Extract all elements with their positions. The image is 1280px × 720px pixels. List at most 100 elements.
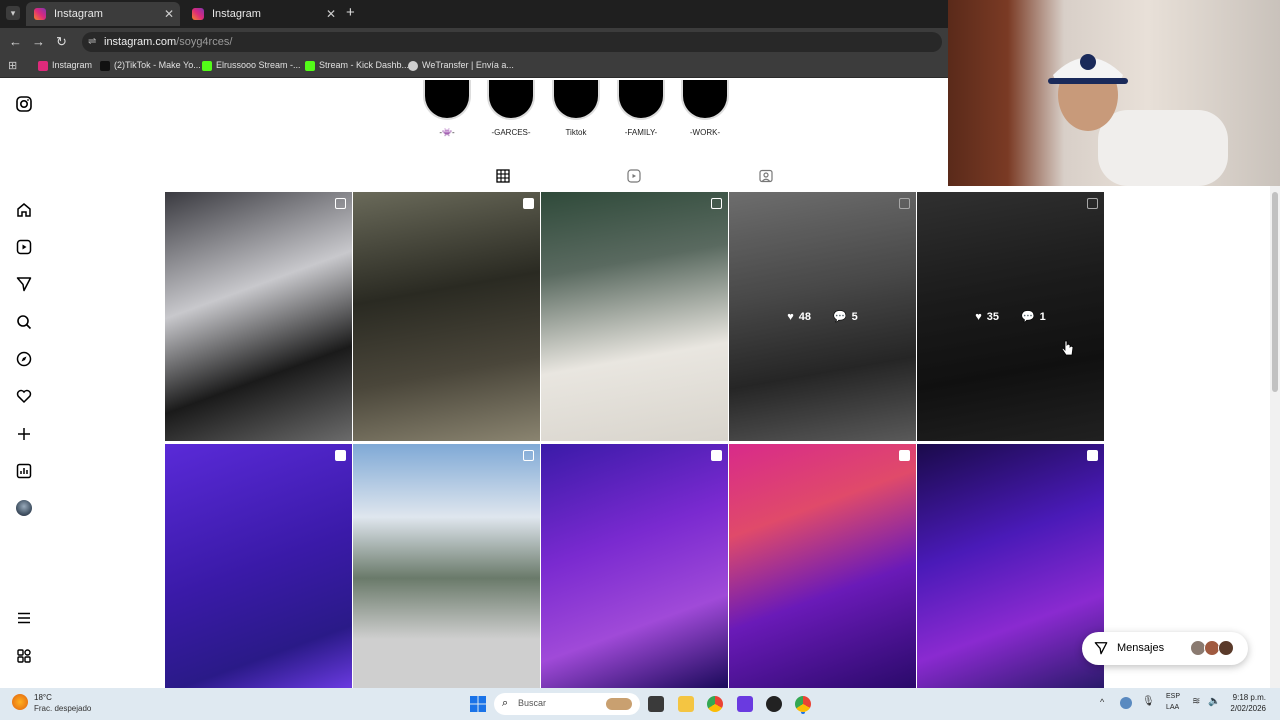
messages-button[interactable]: Mensajes — [1082, 632, 1248, 665]
bookmark-kick-stream[interactable]: Elrussooo Stream -... — [202, 60, 301, 71]
notifications-heart-icon[interactable] — [14, 386, 34, 406]
close-tab-icon[interactable]: ✕ — [326, 2, 336, 26]
obs-icon[interactable] — [766, 696, 782, 712]
language-code[interactable]: ESP — [1166, 693, 1180, 700]
chrome-icon[interactable] — [707, 696, 723, 712]
instagram-icon — [38, 61, 48, 71]
reload-icon[interactable]: ↻ — [56, 34, 67, 50]
url-host: instagram.com — [104, 36, 177, 48]
page-scrollbar[interactable] — [1270, 186, 1280, 688]
reel-badge-icon — [523, 198, 534, 209]
carousel-badge-icon — [335, 198, 346, 209]
post-thumbnail[interactable] — [729, 444, 916, 688]
tray-app-icon[interactable] — [1120, 697, 1132, 709]
post-thumbnail[interactable] — [353, 444, 540, 688]
explore-icon[interactable] — [14, 349, 34, 369]
search-icon[interactable] — [14, 312, 34, 332]
scrollbar-thumb[interactable] — [1272, 192, 1278, 392]
create-plus-icon[interactable] — [14, 424, 34, 444]
heart-icon: ♥ — [975, 310, 982, 323]
bookmarks-bar: ⊞ Instagram (2)TikTok - Make Yo... Elrus… — [0, 56, 948, 78]
comments-count: 1 — [1039, 310, 1046, 323]
direct-messages-icon — [1094, 641, 1108, 660]
apps-grid-icon[interactable]: ⊞ — [8, 59, 17, 72]
home-icon[interactable] — [14, 200, 34, 220]
bookmark-wetransfer[interactable]: WeTransfer | Envía a... — [408, 60, 514, 71]
also-from-meta-icon[interactable] — [14, 646, 34, 666]
likes-count: 35 — [986, 310, 999, 323]
wifi-icon[interactable]: ≋ — [1192, 696, 1200, 707]
url-path: /soyg4rces/ — [176, 36, 233, 48]
post-thumbnail[interactable] — [541, 192, 728, 441]
more-menu-icon[interactable] — [14, 608, 34, 628]
highlight-1[interactable]: -👾- — [422, 80, 472, 137]
highlight-label: Tiktok — [565, 128, 587, 137]
site-info-icon[interactable]: ⇌ — [88, 32, 96, 52]
weather-desc: Frac. despejado — [34, 704, 92, 713]
browser-tab-instagram-2[interactable]: Instagram ✕ — [184, 2, 342, 26]
likes-stat: ♥ 48 — [787, 311, 811, 323]
address-bar[interactable]: ⇌ instagram.com/soyg4rces/ — [82, 32, 942, 52]
highlight-tiktok[interactable]: Tiktok — [551, 80, 601, 137]
highlight-cover — [617, 80, 665, 120]
carousel-badge-icon — [523, 450, 534, 461]
microphone-icon[interactable]: 🎙 — [1142, 696, 1155, 707]
close-tab-icon[interactable]: ✕ — [164, 2, 174, 26]
keyboard-layout[interactable]: LAA — [1166, 704, 1179, 711]
file-explorer-icon[interactable] — [678, 696, 694, 712]
profile-avatar[interactable] — [14, 498, 34, 518]
likes-count: 48 — [798, 310, 811, 323]
instagram-logo-icon[interactable] — [14, 94, 34, 114]
clock-date[interactable]: 2/02/2026 — [1224, 704, 1266, 713]
browser-tab-instagram-1[interactable]: Instagram ✕ — [26, 2, 180, 26]
instagram-favicon-icon — [192, 8, 204, 20]
highlight-garces[interactable]: -GARCES- — [486, 80, 536, 137]
reels-icon[interactable] — [14, 237, 34, 257]
bookmark-kick-dashboard[interactable]: Stream - Kick Dashb... — [305, 60, 409, 71]
post-thumbnail[interactable] — [917, 444, 1104, 688]
tab-tagged-icon[interactable] — [759, 169, 775, 185]
back-icon[interactable]: ← — [9, 34, 22, 49]
post-thumbnail[interactable] — [165, 192, 352, 441]
comment-icon: 💬 — [1020, 311, 1035, 323]
post-thumbnail[interactable] — [165, 444, 352, 688]
windows-start-icon[interactable] — [470, 696, 486, 717]
post-thumbnail[interactable]: ♥ 35 💬 1 — [917, 192, 1104, 441]
reel-badge-icon — [711, 450, 722, 461]
tray-overflow-icon[interactable]: ^ — [1100, 697, 1104, 707]
new-tab-button[interactable]: + — [346, 4, 355, 21]
reel-badge-icon — [1087, 450, 1098, 461]
tiktok-icon — [100, 61, 110, 71]
task-view-icon[interactable] — [648, 696, 664, 712]
post-thumbnail[interactable]: ♥ 48 💬 5 — [729, 192, 916, 441]
kick-icon — [305, 61, 315, 71]
premiere-app-icon[interactable] — [737, 696, 753, 712]
tab-list-button[interactable]: ▾ — [6, 6, 20, 20]
bookmark-tiktok[interactable]: (2)TikTok - Make Yo... — [100, 60, 201, 71]
clock-time[interactable]: 9:18 p.m. — [1230, 693, 1266, 702]
direct-messages-icon[interactable] — [14, 274, 34, 294]
bookmark-instagram[interactable]: Instagram — [38, 60, 92, 71]
comments-count: 5 — [851, 310, 858, 323]
highlight-cover — [487, 80, 535, 120]
messages-label: Mensajes — [1117, 642, 1165, 654]
weather-icon[interactable] — [12, 694, 28, 710]
post-thumbnail[interactable] — [353, 192, 540, 441]
likes-stat: ♥ 35 — [975, 311, 999, 323]
forward-icon[interactable]: → — [32, 34, 45, 49]
highlight-label: -GARCES- — [491, 128, 531, 137]
windows-taskbar: 18°C Frac. despejado ⌕ Buscar ^ 🎙 ESP LA… — [0, 688, 1280, 720]
taskbar-search-box[interactable]: ⌕ Buscar — [494, 693, 640, 715]
tab-reels-icon[interactable] — [627, 169, 643, 185]
dashboard-icon[interactable] — [14, 461, 34, 481]
highlight-family[interactable]: -FAMILY- — [616, 80, 666, 137]
reel-badge-icon — [899, 450, 910, 461]
highlight-work[interactable]: -WORK- — [680, 80, 730, 137]
comments-stat: 💬 5 — [832, 310, 858, 324]
volume-icon[interactable]: 🔈 — [1208, 696, 1220, 707]
wetransfer-icon — [408, 61, 418, 71]
tab-posts-grid-icon[interactable] — [488, 169, 520, 193]
comment-icon: 💬 — [832, 311, 847, 323]
chrome-active-icon[interactable] — [795, 696, 811, 712]
post-thumbnail[interactable] — [541, 444, 728, 688]
